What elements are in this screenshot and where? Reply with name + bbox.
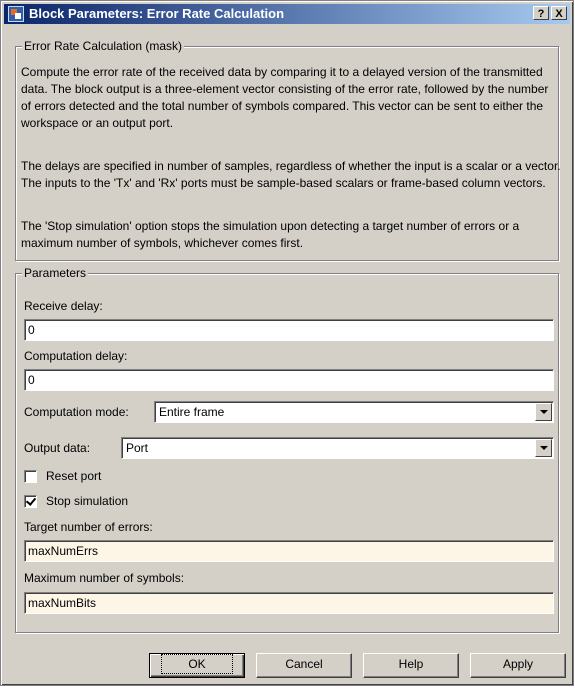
output-data-value: Port bbox=[126, 441, 149, 455]
computation-delay-label: Computation delay: bbox=[24, 349, 128, 363]
cancel-button[interactable]: Cancel bbox=[256, 653, 352, 678]
receive-delay-input[interactable]: 0 bbox=[24, 319, 554, 341]
cancel-button-label: Cancel bbox=[285, 657, 323, 671]
chevron-down-icon[interactable] bbox=[535, 439, 552, 457]
stop-simulation-checkbox[interactable] bbox=[24, 495, 37, 508]
apply-button-label: Apply bbox=[502, 657, 534, 671]
computation-delay-input[interactable]: 0 bbox=[24, 369, 554, 391]
close-icon[interactable]: X bbox=[551, 6, 567, 20]
computation-mode-label: Computation mode: bbox=[24, 405, 129, 419]
reset-port-checkbox[interactable] bbox=[24, 470, 37, 483]
target-errors-input[interactable]: maxNumErrs bbox=[24, 540, 554, 562]
description-group-label: Error Rate Calculation (mask) bbox=[22, 39, 185, 53]
stop-simulation-label[interactable]: Stop simulation bbox=[46, 494, 128, 508]
chevron-down-icon[interactable] bbox=[535, 403, 552, 421]
window-title: Block Parameters: Error Rate Calculation bbox=[29, 6, 285, 21]
computation-mode-select[interactable]: Entire frame bbox=[154, 401, 554, 423]
receive-delay-label: Receive delay: bbox=[24, 299, 103, 313]
help-button[interactable]: Help bbox=[363, 653, 459, 678]
ok-button[interactable]: OK bbox=[149, 653, 245, 678]
computation-mode-value: Entire frame bbox=[159, 405, 225, 419]
stop-simulation-checkbox-row[interactable]: Stop simulation bbox=[24, 494, 184, 511]
max-symbols-label: Maximum number of symbols: bbox=[24, 571, 185, 585]
title-bar[interactable]: Block Parameters: Error Rate Calculation… bbox=[4, 4, 570, 24]
description-paragraph-3: The 'Stop simulation' option stops the s… bbox=[21, 219, 520, 250]
help-button-label: Help bbox=[398, 657, 424, 671]
ok-button-label: OK bbox=[161, 654, 233, 674]
target-errors-label: Target number of errors: bbox=[24, 520, 153, 534]
help-icon[interactable]: ? bbox=[533, 6, 549, 20]
reset-port-checkbox-row[interactable]: Reset port bbox=[24, 469, 164, 486]
reset-port-label[interactable]: Reset port bbox=[46, 469, 101, 483]
description-paragraph-2: The delays are specified in number of sa… bbox=[21, 159, 561, 190]
parameters-group-label: Parameters bbox=[22, 266, 89, 280]
max-symbols-input[interactable]: maxNumBits bbox=[24, 592, 554, 614]
output-data-select[interactable]: Port bbox=[121, 437, 554, 459]
check-icon bbox=[25, 495, 37, 506]
simulink-block-icon bbox=[8, 6, 24, 22]
description-paragraph-1: Compute the error rate of the received d… bbox=[21, 65, 549, 130]
output-data-label: Output data: bbox=[24, 441, 91, 455]
block-parameters-dialog: Block Parameters: Error Rate Calculation… bbox=[0, 0, 574, 686]
apply-button[interactable]: Apply bbox=[470, 653, 566, 678]
